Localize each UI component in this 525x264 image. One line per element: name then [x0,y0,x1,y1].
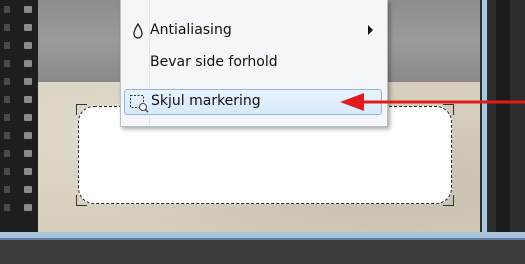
submenu-arrow-icon [368,25,373,35]
film-perforation [4,168,10,175]
film-perforation [4,204,10,211]
film-perforation [4,60,10,67]
film-perforation [4,96,10,103]
hide-selection-icon [129,93,149,113]
bottom-area [0,240,525,264]
film-perforation [24,42,32,49]
selection-handle-top-left[interactable] [76,104,87,115]
window-frame-right [482,0,487,238]
film-perforation [4,24,10,31]
menu-item-label: Antialiasing [150,22,232,38]
film-perforation [4,78,10,85]
film-perforation [4,6,10,13]
selection-handle-bottom-right[interactable] [443,195,454,206]
menu-item-label: Skjul markering [151,93,261,109]
film-perforation [24,78,32,85]
film-perforation [24,168,32,175]
film-perforation [4,132,10,139]
film-perforation [4,186,10,193]
film-perforation [24,204,32,211]
film-perforation [4,42,10,49]
film-strip [0,0,38,236]
red-arrow-annotation [340,93,525,111]
film-perforation [24,24,32,31]
film-perforation [24,6,32,13]
menu-item-label: Bevar side forhold [150,54,278,70]
film-perforation [24,186,32,193]
selection-handle-bottom-left[interactable] [76,195,87,206]
film-perforation [4,150,10,157]
film-perforation [4,114,10,121]
menu-item-antialiasing[interactable]: Antialiasing [124,18,382,44]
menu-item-keep-aspect-ratio[interactable]: Bevar side forhold [124,50,382,76]
film-perforation [24,60,32,67]
droplet-icon [130,22,146,40]
film-perforation [24,114,32,121]
film-perforation [24,132,32,139]
film-perforation [24,150,32,157]
film-perforation [24,96,32,103]
right-scroll-rail[interactable] [496,0,510,236]
